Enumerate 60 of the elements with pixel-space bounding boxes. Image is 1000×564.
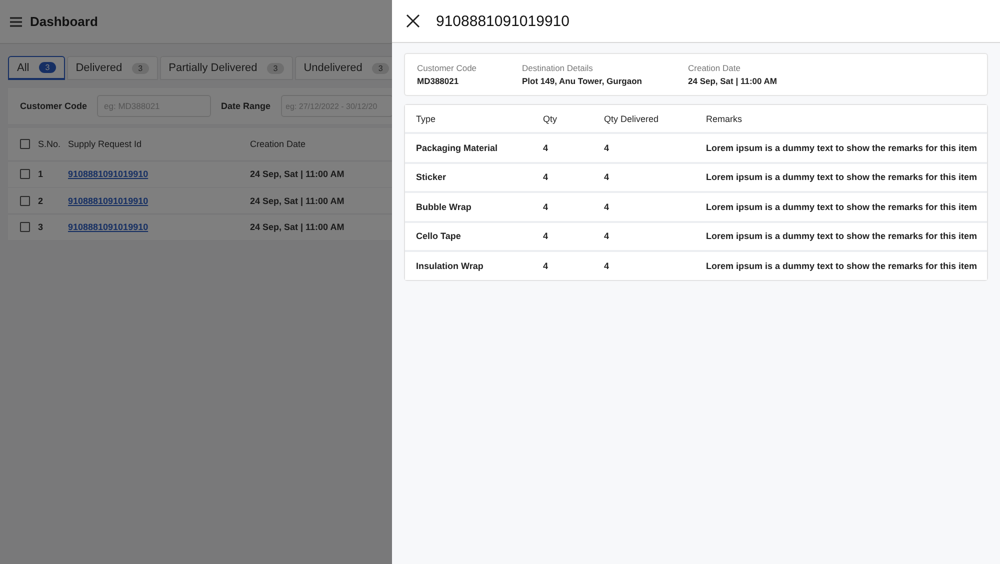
table-cell-text: 4 [604, 142, 610, 153]
detail-label: Creation Date [688, 63, 742, 73]
checkbox[interactable] [20, 139, 30, 149]
detail-value: 24 Sep, Sat | 11:00 AM [688, 76, 778, 86]
tab[interactable]: Undelivered 3 [294, 56, 392, 80]
request-link[interactable]: 9108881091019910 [68, 169, 250, 179]
page-title: Dashboard [30, 14, 98, 29]
request-link[interactable]: 9108881091019910 [68, 222, 250, 232]
column-header: Creation Date [250, 139, 307, 149]
menu-icon[interactable] [10, 16, 22, 26]
table-cell-text: 24 Sep, Sat | 11:00 AM [250, 222, 346, 232]
table-cell-text: 24 Sep, Sat | 11:00 AM [250, 196, 346, 206]
table-cell: Lorem ipsum is a dummy text to show the remarks for this item [706, 231, 978, 242]
table-cell-text: 4 [543, 172, 550, 182]
detail-value: Plot 149, Anu Tower, Gurgaon [522, 76, 643, 86]
table-cell-text: 2 [38, 196, 44, 206]
table-cell-text: 4 [543, 231, 550, 242]
checkbox[interactable] [20, 196, 30, 206]
request-link[interactable]: 9108881091019910 [68, 196, 250, 206]
detail-label: Destination Details [522, 63, 594, 73]
tab[interactable]: Delivered 3 [66, 56, 158, 80]
filter-label: Date Range [221, 101, 271, 111]
column-header: Qty Delivered [604, 114, 660, 124]
table-cell-text: 4 [604, 260, 610, 271]
table-cell: Lorem ipsum is a dummy text to show the remarks for this item [706, 142, 978, 153]
table-cell-text: 4 [604, 231, 610, 242]
table-cell: Lorem ipsum is a dummy text to show the remarks for this item [706, 260, 978, 271]
table-cell-text: 1 [38, 169, 44, 179]
drawer-title: 9108881091019910 [436, 12, 570, 30]
table-cell-text: 24 Sep, Sat | 11:00 AM [250, 169, 346, 179]
count-badge: 3 [267, 62, 284, 74]
checkbox[interactable] [20, 169, 30, 179]
table-cell-text: 4 [543, 260, 550, 271]
column-header: Qty [543, 114, 558, 124]
column-header: Type [416, 114, 437, 124]
column-header: S.No. [38, 139, 62, 149]
table-cell: Lorem ipsum is a dummy text to show the remarks for this item [706, 202, 978, 212]
detail-value: MD388021 [417, 76, 460, 86]
checkbox[interactable] [20, 222, 30, 232]
table-cell-text: Insulation Wrap [416, 260, 484, 271]
count-badge: 3 [132, 62, 149, 74]
column-header: Remarks [706, 114, 744, 124]
table-cell-text: 3 [38, 222, 44, 232]
table-cell-text: Cello Tape [416, 231, 462, 242]
table-cell: Lorem ipsum is a dummy text to show the remarks for this item [706, 172, 978, 182]
filter-label: Customer Code [20, 101, 88, 111]
table-cell-text: Sticker [416, 172, 448, 182]
close-button[interactable] [404, 12, 422, 30]
column-header: Supply Request Id [68, 139, 143, 149]
tab[interactable]: All 3 [8, 56, 65, 80]
table-cell-text: Bubble Wrap [416, 202, 472, 212]
table-cell-text: 4 [604, 202, 610, 212]
count-badge: 3 [372, 62, 389, 74]
table-cell-text: 4 [543, 142, 550, 153]
tab[interactable]: Partially Delivered 3 [160, 56, 293, 80]
table-cell-text: 4 [604, 172, 610, 182]
count-badge: 3 [39, 62, 56, 73]
table-cell-text: Packaging Material [416, 142, 499, 153]
detail-label: Customer Code [417, 63, 478, 73]
table-cell-text: 4 [543, 202, 550, 212]
